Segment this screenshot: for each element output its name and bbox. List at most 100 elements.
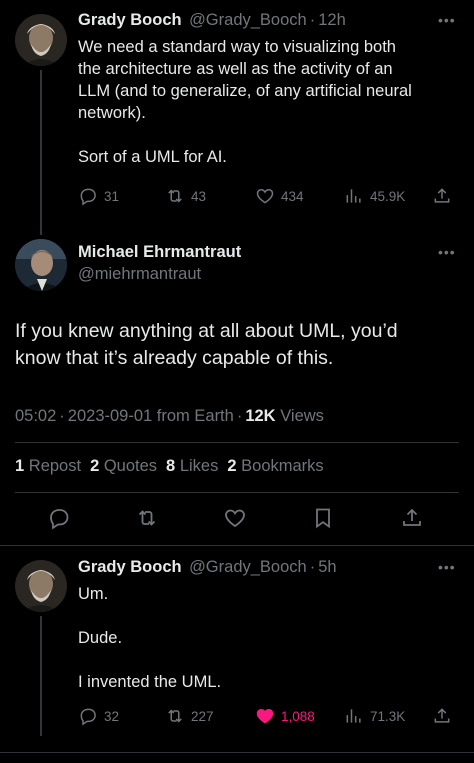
repost-button[interactable] [135,506,159,530]
heart-icon [223,506,247,530]
text-line: LLM (and to generalize, of any artificia… [78,82,412,100]
repost-icon [135,506,159,530]
avatar-grady-booch[interactable] [15,14,67,66]
text-line: Sort of a UML for AI. [78,148,227,166]
separator: · [59,407,65,425]
post-time[interactable]: 05:02 [15,407,56,425]
like-button[interactable] [223,506,247,530]
bookmarks-count: 2 [227,457,237,475]
share-button[interactable] [400,506,424,530]
main-header: Michael Ehrmantraut @miehrmantraut [78,243,241,284]
engagement-stats: 1 Repost 2 Quotes 8 Likes 2 Bookmarks [15,457,324,476]
text-line: I invented the UML. [78,673,222,691]
bookmark-icon [311,506,335,530]
quotes-label: Quotes [103,457,158,475]
quotes-stat[interactable]: 2 Quotes [90,457,157,476]
text-line: Dude. [78,629,123,647]
post-source: from Earth [156,407,234,425]
like-count: 434 [281,188,304,204]
timestamp[interactable]: 12h [318,11,346,29]
text-line [78,649,463,671]
reposts-label: Repost [28,457,82,475]
repost-icon [165,706,185,726]
text-line: We need a standard way to visualizing bo… [78,38,396,56]
reply-count: 32 [104,708,120,724]
main-tweet-body: If you knew anything at all about UML, y… [15,318,465,372]
tweet1-header: Grady Booch @Grady_Booch · 12h [78,11,346,30]
separator: · [309,558,316,576]
post-date[interactable]: 2023-09-01 [68,407,152,425]
share-button[interactable] [432,706,452,726]
author-handle[interactable]: @Grady_Booch [189,558,307,576]
thread-line [40,70,42,235]
reply-button[interactable] [47,506,71,530]
like-button[interactable]: 1,088 [255,706,315,726]
reply-icon [47,506,71,530]
share-icon [432,186,452,206]
bookmarks-label: Bookmarks [241,457,324,475]
more-icon[interactable]: ••• [438,244,456,260]
divider [15,442,459,443]
text-line: If you knew anything at all about UML, y… [15,320,398,342]
reply-icon [78,706,98,726]
views-button[interactable]: 71.3K [344,706,405,726]
text-line [78,605,463,627]
share-icon [432,706,452,726]
divider [0,752,474,753]
repost-icon [165,186,185,206]
separator: · [236,407,243,425]
share-button[interactable] [432,186,452,206]
author-name[interactable]: Grady Booch [78,11,182,29]
repost-count: 227 [191,708,214,724]
views-icon [344,186,364,206]
likes-label: Likes [179,457,219,475]
reply-button[interactable]: 32 [78,706,119,726]
quotes-count: 2 [90,457,100,475]
more-icon[interactable]: ••• [438,12,456,28]
timestamp[interactable]: 5h [318,558,336,576]
text-line: network). [78,104,146,122]
reply-count: 31 [104,188,120,204]
author-name[interactable]: Michael Ehrmantraut [78,243,241,262]
views-label: Views [280,407,324,425]
text-line: Um. [78,585,109,603]
like-button[interactable]: 434 [255,186,304,206]
tweet3-header: Grady Booch @Grady_Booch · 5h [78,558,337,577]
author-handle[interactable]: @miehrmantraut [78,265,241,284]
author-handle[interactable]: @Grady_Booch [189,11,307,29]
heart-icon [255,706,275,726]
reply-icon [78,186,98,206]
divider [0,545,474,546]
heart-icon [255,186,275,206]
reposts-count: 1 [15,457,25,475]
view-count: 71.3K [370,708,406,724]
bookmarks-stat[interactable]: 2 Bookmarks [227,457,323,476]
tweet-meta: 05:02 · 2023-09-01 from Earth · 12K Views [15,407,324,426]
views-button[interactable]: 45.9K [344,186,405,206]
views-icon [344,706,364,726]
text-line: the architecture as well as the activity… [78,60,393,78]
like-count: 1,088 [281,708,315,724]
avatar-grady-booch[interactable] [15,560,67,612]
reply-button[interactable]: 31 [78,186,119,206]
view-count: 45.9K [370,188,406,204]
share-icon [400,506,424,530]
text-line: know that it’s already capable of this. [15,347,334,369]
more-icon[interactable]: ••• [438,559,456,575]
views-count: 12K [245,407,276,425]
bookmark-button[interactable] [311,506,335,530]
separator: · [309,11,316,29]
repost-button[interactable]: 227 [165,706,214,726]
avatar-michael-ehrmantraut[interactable] [15,239,67,291]
tweet1-body: We need a standard way to visualizing bo… [78,36,463,168]
reposts-stat[interactable]: 1 Repost [15,457,81,476]
text-line [78,124,463,146]
author-name[interactable]: Grady Booch [78,558,182,576]
tweet3-actions: 32 227 1,088 71.3K [0,706,474,728]
tweet3-body: Um. Dude. I invented the UML. [78,583,463,693]
repost-button[interactable]: 43 [165,186,206,206]
tweet1-actions: 31 43 434 45.9K [0,186,474,208]
likes-count: 8 [166,457,176,475]
likes-stat[interactable]: 8 Likes [166,457,218,476]
divider [15,492,459,493]
